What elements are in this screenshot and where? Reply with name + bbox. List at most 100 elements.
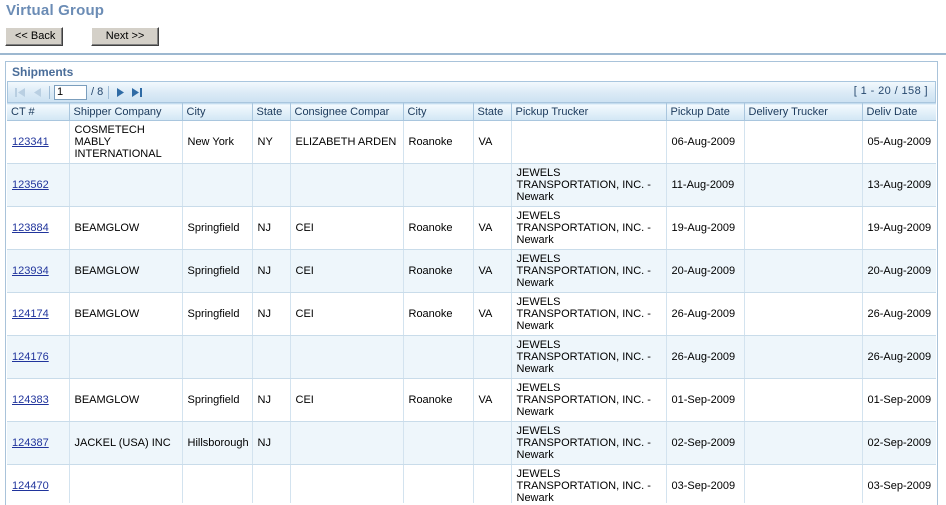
column-header-pickup-trucker[interactable]: Pickup Trucker (511, 103, 667, 121)
cell-pickup-date: 26-Aug-2009 (666, 292, 745, 336)
cell-shipper-city: Springfield (182, 249, 253, 293)
column-header-shipper-state[interactable]: State (252, 103, 291, 121)
cell-delivery-trucker (744, 163, 863, 207)
navigation-button-group: << Back Next >> (5, 27, 160, 46)
cell-pickup-trucker (511, 120, 667, 164)
cell-deliv-date: 03-Sep-2009 (862, 464, 936, 503)
cell-consignee-company: CEI (290, 378, 404, 422)
ct-number-link[interactable]: 123341 (12, 136, 49, 148)
cell-deliv-date: 26-Aug-2009 (862, 292, 936, 336)
ct-number-link[interactable]: 123884 (12, 222, 49, 234)
next-button[interactable]: Next >> (91, 27, 160, 46)
ct-number-link[interactable]: 124174 (12, 308, 49, 320)
ct-number-link[interactable]: 123562 (12, 179, 49, 191)
cell-delivery-trucker (744, 206, 863, 250)
cell-ct-number: 123884 (7, 206, 70, 250)
cell-consignee-company (290, 464, 404, 503)
cell-shipper-company: BEAMGLOW (69, 249, 183, 293)
cell-pickup-trucker: JEWELS TRANSPORTATION, INC. - Newark (511, 163, 667, 207)
cell-shipper-company (69, 464, 183, 503)
cell-consignee-company: CEI (290, 206, 404, 250)
cell-delivery-trucker (744, 249, 863, 293)
cell-shipper-company: BEAMGLOW (69, 378, 183, 422)
table-row: 123341 COSMETECH MABLY INTERNATIONAL New Y… (7, 120, 936, 164)
cell-deliv-date: 20-Aug-2009 (862, 249, 936, 293)
cell-ct-number: 123934 (7, 249, 70, 293)
cell-pickup-trucker: JEWELS TRANSPORTATION, INC. - Newark (511, 206, 667, 250)
column-header-delivery-trucker[interactable]: Delivery Trucker (744, 103, 863, 121)
table-row: 124387 JACKEL (USA) INC Hillsborough NJ JEWE… (7, 421, 936, 465)
cell-pickup-trucker: JEWELS TRANSPORTATION, INC. - Newark (511, 464, 667, 503)
cell-consignee-city: Roanoke (403, 206, 474, 250)
total-pages-label: / 8 (91, 86, 104, 98)
cell-shipper-city (182, 163, 253, 207)
cell-shipper-company: BEAMGLOW (69, 206, 183, 250)
cell-pickup-date: 03-Sep-2009 (666, 464, 745, 503)
ct-number-link[interactable]: 124387 (12, 437, 49, 449)
cell-shipper-city: New York (182, 120, 253, 164)
cell-shipper-state (252, 464, 291, 503)
cell-consignee-city: Roanoke (403, 378, 474, 422)
previous-page-icon[interactable] (29, 82, 46, 102)
ct-number-link[interactable]: 124176 (12, 351, 49, 363)
column-header-deliv-date[interactable]: Deliv Date (862, 103, 936, 121)
cell-ct-number: 124470 (7, 464, 70, 503)
cell-consignee-city (403, 163, 474, 207)
column-header-ct-number[interactable]: CT # (7, 103, 70, 121)
column-header-shipper-city[interactable]: City (182, 103, 253, 121)
pager-divider-left (49, 85, 50, 99)
cell-shipper-city: Hillsborough (182, 421, 253, 465)
table-row: 123934 BEAMGLOW Springfield NJ CEI Roanoke VA J… (7, 249, 936, 293)
panel-title-bar: Shipments (6, 62, 937, 81)
cell-shipper-state (252, 335, 291, 379)
last-page-icon[interactable] (129, 82, 146, 102)
cell-pickup-trucker: JEWELS TRANSPORTATION, INC. - Newark (511, 378, 667, 422)
cell-shipper-company: BEAMGLOW (69, 292, 183, 336)
cell-ct-number: 124176 (7, 335, 70, 379)
cell-pickup-date: 26-Aug-2009 (666, 335, 745, 379)
ct-number-link[interactable]: 124470 (12, 480, 49, 492)
cell-deliv-date: 05-Aug-2009 (862, 120, 936, 164)
cell-delivery-trucker (744, 335, 863, 379)
column-header-shipper-company[interactable]: Shipper Company (69, 103, 183, 121)
page-number-input[interactable] (54, 84, 87, 100)
header-divider (0, 53, 946, 55)
back-button[interactable]: << Back (5, 27, 63, 46)
column-header-pickup-date[interactable]: Pickup Date (666, 103, 745, 121)
cell-shipper-company (69, 335, 183, 379)
cell-deliv-date: 26-Aug-2009 (862, 335, 936, 379)
cell-delivery-trucker (744, 464, 863, 503)
next-page-icon[interactable] (112, 82, 129, 102)
cell-ct-number: 123341 (7, 120, 70, 164)
column-header-consignee-state[interactable]: State (473, 103, 512, 121)
cell-ct-number: 124387 (7, 421, 70, 465)
cell-shipper-state: NJ (252, 421, 291, 465)
cell-pickup-date: 01-Sep-2009 (666, 378, 745, 422)
table-row: 124470 JEWELS TRANSPORTATION, INC. - Newa… (7, 464, 936, 503)
cell-shipper-state (252, 163, 291, 207)
table-row: 124176 JEWELS TRANSPORTATION, INC. - Newa… (7, 335, 936, 379)
cell-consignee-company (290, 335, 404, 379)
cell-ct-number: 124383 (7, 378, 70, 422)
cell-ct-number: 124174 (7, 292, 70, 336)
cell-consignee-city (403, 464, 474, 503)
first-page-icon[interactable] (12, 82, 29, 102)
cell-consignee-state (473, 163, 512, 207)
cell-consignee-company (290, 163, 404, 207)
cell-consignee-state (473, 335, 512, 379)
table-row: 123562 JEWELS TRANSPORTATION, INC. - Newa… (7, 163, 936, 207)
cell-shipper-city: Springfield (182, 206, 253, 250)
ct-number-link[interactable]: 123934 (12, 265, 49, 277)
cell-consignee-state: VA (473, 206, 512, 250)
column-header-consignee-company[interactable]: Consignee Compar (290, 103, 404, 121)
cell-shipper-company: COSMETECH MABLY INTERNATIONAL (69, 120, 183, 164)
ct-number-link[interactable]: 124383 (12, 394, 49, 406)
cell-delivery-trucker (744, 292, 863, 336)
column-header-consignee-city[interactable]: City (403, 103, 474, 121)
cell-consignee-city (403, 421, 474, 465)
cell-pickup-trucker: JEWELS TRANSPORTATION, INC. - Newark (511, 421, 667, 465)
cell-shipper-company: JACKEL (USA) INC (69, 421, 183, 465)
cell-shipper-city (182, 335, 253, 379)
cell-pickup-trucker: JEWELS TRANSPORTATION, INC. - Newark (511, 249, 667, 293)
table-row: 123884 BEAMGLOW Springfield NJ CEI Roanoke VA J… (7, 206, 936, 250)
